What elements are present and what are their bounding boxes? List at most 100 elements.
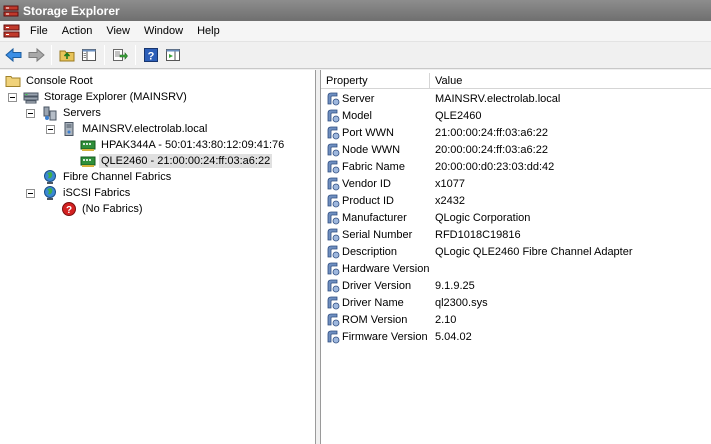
tree-node-no-fabrics[interactable]: ? (No Fabrics) [61, 201, 145, 217]
action-pane-button[interactable] [162, 44, 184, 66]
property-name: Driver Name [342, 296, 404, 309]
property-name: Fabric Name [342, 160, 405, 173]
toolbar-separator [104, 45, 105, 65]
tree-node-hba-hpak344a[interactable]: HPAK344A - 50:01:43:80:12:09:41:76 [80, 137, 286, 153]
property-row[interactable]: Firmware Version 5.04.02 [321, 328, 711, 345]
property-icon [325, 244, 341, 260]
tree-node-server[interactable]: MAINSRV.electrolab.local [61, 121, 209, 137]
tree-node-console-root[interactable]: Console Root [5, 73, 95, 89]
property-row[interactable]: Vendor ID x1077 [321, 175, 711, 192]
column-header-value[interactable]: Value [430, 73, 711, 89]
back-button[interactable] [3, 44, 25, 66]
property-row[interactable]: Manufacturer QLogic Corporation [321, 209, 711, 226]
property-value: MAINSRV.electrolab.local [435, 92, 561, 105]
tree-node-fibre-channel-fabrics[interactable]: Fibre Channel Fabrics [42, 169, 173, 185]
property-icon [325, 227, 341, 243]
property-icon [325, 176, 341, 192]
property-name-cell: Model [321, 108, 430, 124]
property-name-cell: Driver Name [321, 295, 430, 311]
property-row[interactable]: Hardware Version [321, 260, 711, 277]
property-row[interactable]: Fabric Name 20:00:00:d0:23:03:dd:42 [321, 158, 711, 175]
property-name-cell: Vendor ID [321, 176, 430, 192]
up-one-level-button[interactable] [56, 44, 78, 66]
property-name-cell: Product ID [321, 193, 430, 209]
svg-text:?: ? [66, 205, 72, 216]
property-name: Product ID [342, 194, 394, 207]
error-icon: ? [61, 201, 77, 217]
property-value: 20:00:00:24:ff:03:a6:22 [435, 143, 548, 156]
system-menu-icon[interactable] [3, 23, 21, 39]
property-name-cell: Node WWN [321, 142, 430, 158]
property-value: RFD1018C19816 [435, 228, 521, 241]
property-icon [325, 142, 341, 158]
tree-label: QLE2460 - 21:00:00:24:ff:03:a6:22 [99, 154, 273, 168]
property-row[interactable]: Driver Version 9.1.9.25 [321, 277, 711, 294]
property-name: ROM Version [342, 313, 408, 326]
menu-help[interactable]: Help [190, 22, 227, 41]
tree-label: (No Fabrics) [82, 203, 143, 215]
tree-label: MAINSRV.electrolab.local [82, 123, 208, 135]
storage-explorer-app-icon [3, 3, 19, 19]
property-row[interactable]: Description QLogic QLE2460 Fibre Channel … [321, 243, 711, 260]
tree-label: Fibre Channel Fabrics [63, 171, 172, 183]
property-icon [325, 125, 341, 141]
property-name: Vendor ID [342, 177, 391, 190]
property-name-cell: Port WWN [321, 125, 430, 141]
property-value: QLogic Corporation [435, 211, 531, 224]
property-value: QLogic QLE2460 Fibre Channel Adapter [435, 245, 633, 258]
property-name-cell: Hardware Version [321, 261, 430, 277]
servers-icon [42, 105, 58, 121]
tree-label: Console Root [26, 75, 93, 87]
property-row[interactable]: ROM Version 2.10 [321, 311, 711, 328]
property-value: 5.04.02 [435, 330, 472, 343]
console-tree[interactable]: Console Root Storage Explorer (MAINSRV) … [0, 70, 316, 444]
tree-node-hba-qle2460[interactable]: QLE2460 - 21:00:00:24:ff:03:a6:22 [80, 153, 273, 169]
toolbar-separator [51, 45, 52, 65]
column-header-property[interactable]: Property [321, 73, 430, 89]
toolbar-separator [135, 45, 136, 65]
menu-window[interactable]: Window [137, 22, 190, 41]
export-list-button[interactable] [109, 44, 131, 66]
property-row[interactable]: Server MAINSRV.electrolab.local [321, 90, 711, 107]
property-icon [325, 312, 341, 328]
show-hide-tree-button[interactable] [78, 44, 100, 66]
property-name: Description [342, 245, 398, 258]
property-list[interactable]: Property Value Server MAINSRV.electrolab.… [320, 70, 711, 444]
storage-explorer-icon [23, 89, 39, 105]
property-name: Firmware Version [342, 330, 428, 343]
menu-view[interactable]: View [99, 22, 137, 41]
property-row[interactable]: Driver Name ql2300.sys [321, 294, 711, 311]
forward-button[interactable] [25, 44, 47, 66]
property-row[interactable]: Model QLE2460 [321, 107, 711, 124]
property-name: Server [342, 92, 375, 105]
property-value: 20:00:00:d0:23:03:dd:42 [435, 160, 555, 173]
property-name: Hardware Version [342, 262, 430, 275]
tree-node-servers[interactable]: Servers [42, 105, 103, 121]
property-name-cell: Description [321, 244, 430, 260]
help-button[interactable]: ? [140, 44, 162, 66]
property-row[interactable]: Port WWN 21:00:00:24:ff:03:a6:22 [321, 124, 711, 141]
property-name-cell: Driver Version [321, 278, 430, 294]
property-value: x1077 [435, 177, 465, 190]
globe-icon [42, 169, 58, 185]
tree-node-storage-explorer[interactable]: Storage Explorer (MAINSRV) [23, 89, 189, 105]
property-icon [325, 329, 341, 345]
collapse-toggle[interactable] [26, 189, 35, 198]
tree-node-iscsi-fabrics[interactable]: iSCSI Fabrics [42, 185, 132, 201]
property-icon [325, 193, 341, 209]
property-name-cell: ROM Version [321, 312, 430, 328]
show-hide-tree-icon [82, 49, 96, 61]
collapse-toggle[interactable] [26, 109, 35, 118]
property-row[interactable]: Serial Number RFD1018C19816 [321, 226, 711, 243]
menu-file[interactable]: File [23, 22, 55, 41]
toolbar: ? [0, 42, 711, 69]
svg-text:?: ? [148, 51, 155, 63]
property-row[interactable]: Product ID x2432 [321, 192, 711, 209]
collapse-toggle[interactable] [8, 93, 17, 102]
collapse-toggle[interactable] [46, 125, 55, 134]
list-header: Property Value [321, 73, 711, 89]
menu-action[interactable]: Action [55, 22, 100, 41]
property-value: ql2300.sys [435, 296, 488, 309]
property-row[interactable]: Node WWN 20:00:00:24:ff:03:a6:22 [321, 141, 711, 158]
tree-label: Storage Explorer (MAINSRV) [44, 91, 187, 103]
